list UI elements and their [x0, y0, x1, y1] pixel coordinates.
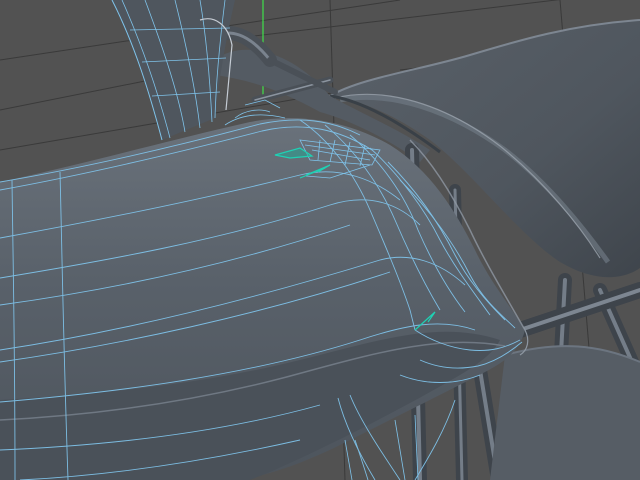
- lower-right-surface: [490, 346, 640, 480]
- scene-canvas[interactable]: [0, 0, 640, 480]
- lower-wing[interactable]: [0, 99, 529, 480]
- 3d-viewport[interactable]: [0, 0, 640, 480]
- fuselage-stub[interactable]: [111, 0, 235, 141]
